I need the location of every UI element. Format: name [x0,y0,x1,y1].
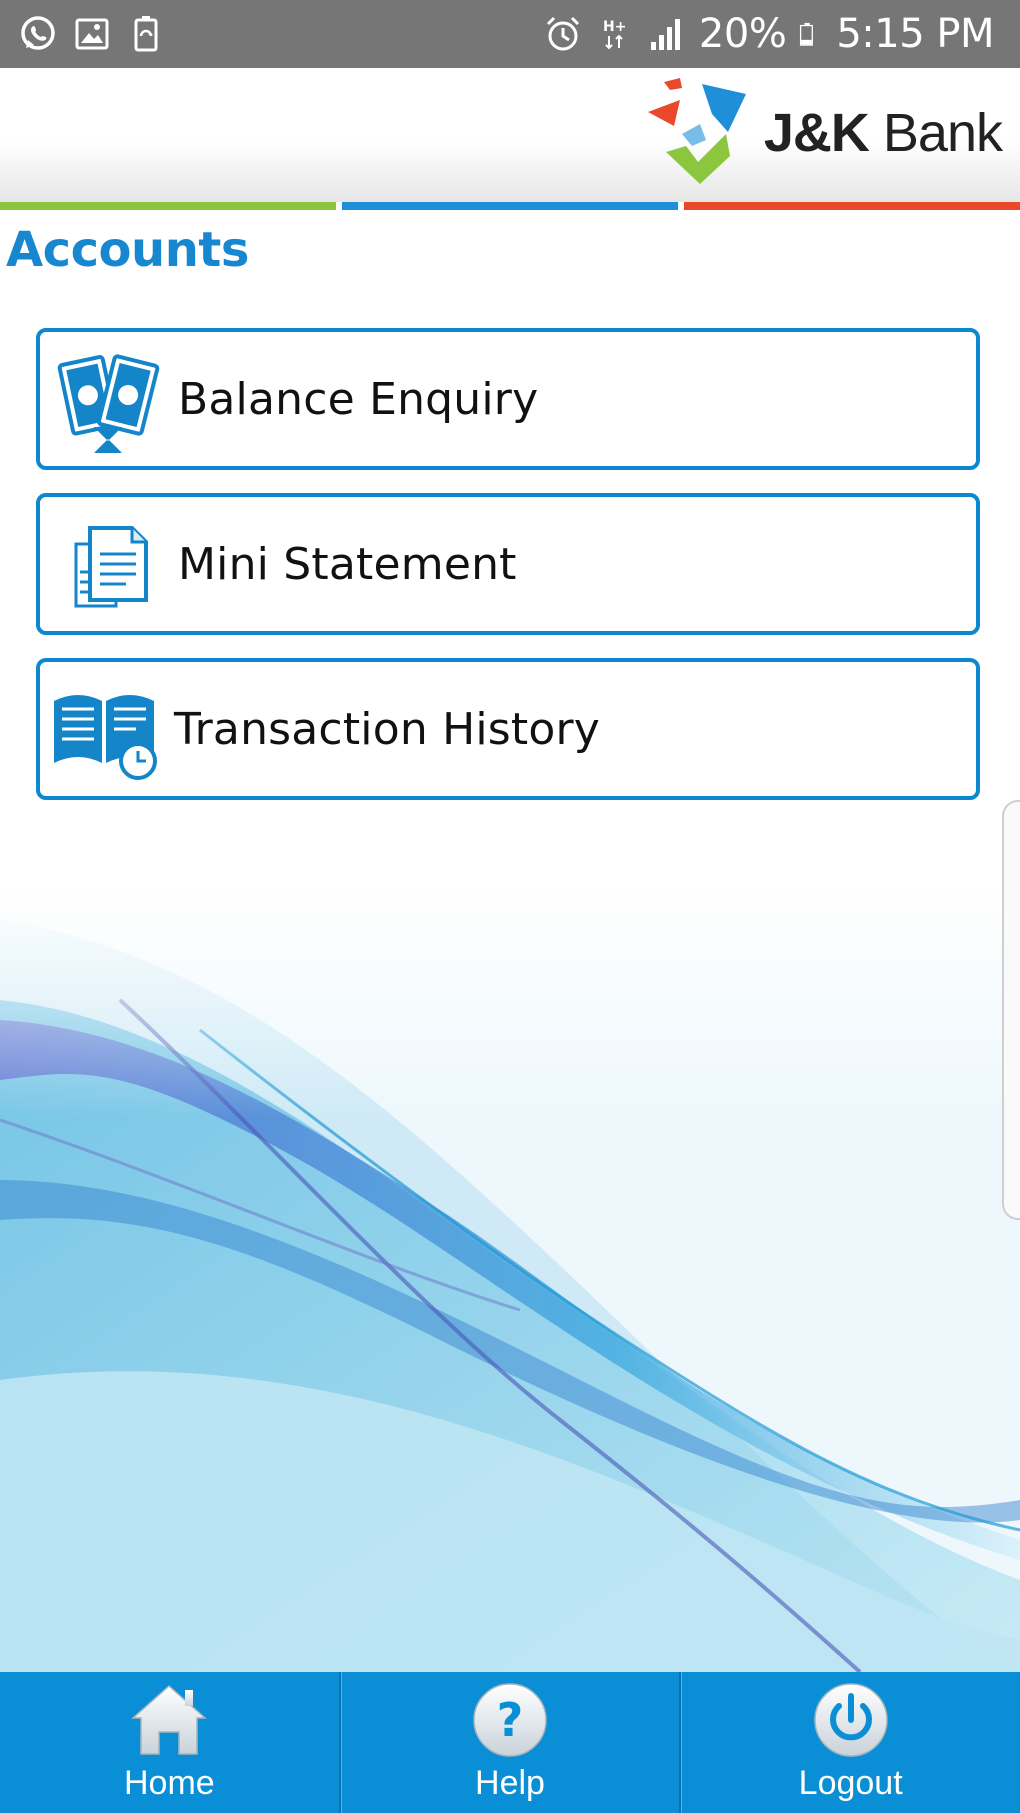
svg-text:H+: H+ [603,19,626,35]
nav-home-label: Home [123,1764,215,1802]
svg-text:?: ? [497,1693,524,1747]
stripe-blue [342,202,678,210]
book-clock-icon [54,695,157,780]
bottom-nav: Home ? Help Logout [0,1672,1020,1813]
nav-logout-button[interactable]: Logout [679,1672,1020,1813]
stripe-red [684,202,1020,210]
whatsapp-icon [21,16,55,50]
stripe-green [0,202,336,210]
nav-home-button[interactable]: Home [0,1672,339,1813]
menu-item-label: Mini Statement [178,538,517,590]
bank-logo: J&K Bank [642,74,1003,192]
menu-item-mini-statement[interactable]: Mini Statement [36,493,980,635]
background-swoosh [0,880,1020,1672]
header-tricolor-stripe [0,202,1020,210]
alarm-icon [546,16,579,51]
status-bar: H+ 20% 5:15 PM [0,0,1020,68]
battery-icon [800,22,814,46]
brand-name: J&K Bank [763,103,1003,163]
menu-item-label: Transaction History [174,703,601,755]
power-icon [813,1683,888,1757]
help-icon: ? [473,1683,547,1757]
page-title: Accounts [6,222,249,278]
battery-percent: 20% [698,11,787,57]
status-notifications [18,14,166,54]
battery-saver-icon [134,16,158,52]
side-drawer-handle[interactable] [1002,800,1020,1220]
money-balance-icon [57,354,160,453]
menu-item-label: Balance Enquiry [178,373,539,425]
nav-help-button[interactable]: ? Help [338,1672,680,1813]
logo-mark-icon [647,78,746,184]
home-icon [131,1684,208,1755]
status-system: H+ 20% 5:15 PM [543,10,994,58]
menu-item-balance-enquiry[interactable]: Balance Enquiry [36,328,980,470]
signal-icon [650,19,680,50]
hplus-network-icon: H+ [603,19,626,50]
menu-item-transaction-history[interactable]: Transaction History [36,658,980,800]
gallery-icon [75,18,109,50]
clock: 5:15 PM [836,11,994,57]
document-icon [74,526,148,608]
nav-help-label: Help [475,1764,545,1802]
app-header: J&K Bank [0,68,1020,202]
nav-logout-label: Logout [798,1764,903,1802]
